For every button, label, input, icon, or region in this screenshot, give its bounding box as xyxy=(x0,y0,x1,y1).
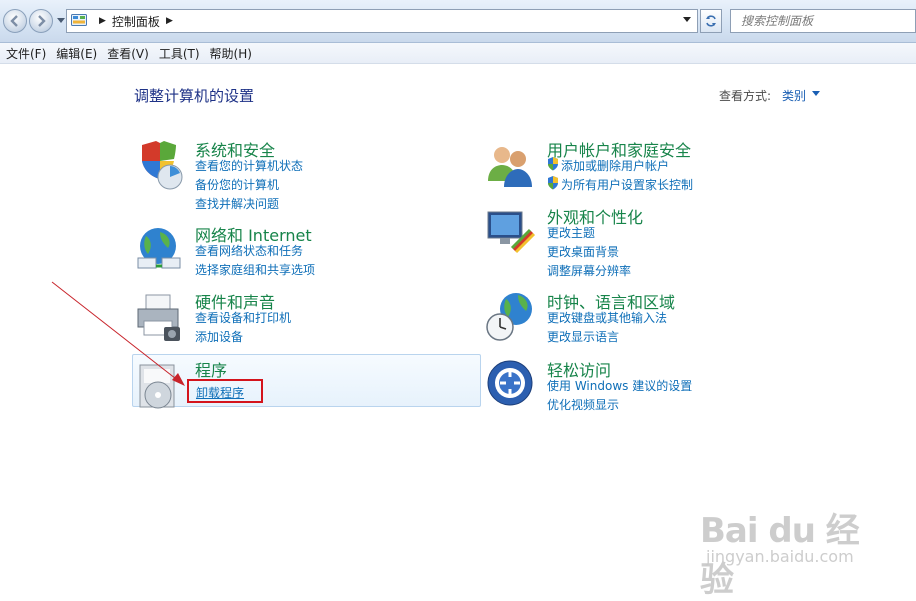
view-by-dropdown[interactable]: 类别 xyxy=(782,87,806,104)
link-windows-recommended-settings[interactable]: 使用 Windows 建议的设置 xyxy=(547,377,692,394)
back-button[interactable] xyxy=(3,9,27,33)
link-troubleshoot[interactable]: 查找并解决问题 xyxy=(195,195,279,212)
shield-icon[interactable] xyxy=(134,139,186,191)
search-input[interactable] xyxy=(739,13,893,29)
back-arrow-icon xyxy=(10,15,18,27)
link-backup-computer[interactable]: 备份您的计算机 xyxy=(195,176,279,193)
address-bar: ▶ 控制面板 ▶ xyxy=(0,0,916,43)
control-panel-icon xyxy=(71,14,87,26)
annotation-highlight-box xyxy=(187,379,263,403)
category-title-programs[interactable]: 程序 xyxy=(195,357,227,381)
link-network-status[interactable]: 查看网络状态和任务 xyxy=(195,242,303,259)
monitor-palette-icon[interactable] xyxy=(486,206,538,258)
search-box[interactable] xyxy=(730,9,916,33)
menu-tools[interactable]: 工具(T) xyxy=(157,45,208,62)
category-network-internet: 网络和 Internet 查看网络状态和任务 选择家庭组和共享选项 xyxy=(134,222,484,282)
forward-button[interactable] xyxy=(29,9,53,33)
link-change-display-language[interactable]: 更改显示语言 xyxy=(547,328,619,345)
category-hardware-sound: 硬件和声音 查看设备和打印机 添加设备 xyxy=(134,289,484,349)
printer-icon[interactable] xyxy=(134,291,186,343)
menu-view[interactable]: 查看(V) xyxy=(105,45,157,62)
category-system-security: 系统和安全 查看您的计算机状态 备份您的计算机 查找并解决问题 xyxy=(134,137,484,211)
refresh-button[interactable] xyxy=(700,9,722,33)
link-screen-resolution[interactable]: 调整屏幕分辨率 xyxy=(547,262,631,279)
link-devices-printers[interactable]: 查看设备和打印机 xyxy=(195,309,291,326)
refresh-icon xyxy=(706,15,716,27)
link-change-theme[interactable]: 更改主题 xyxy=(547,224,595,241)
link-add-remove-accounts[interactable]: 添加或删除用户帐户 xyxy=(561,157,669,174)
link-add-device[interactable]: 添加设备 xyxy=(195,328,243,345)
menu-edit[interactable]: 编辑(E) xyxy=(54,45,105,62)
link-homegroup-sharing[interactable]: 选择家庭组和共享选项 xyxy=(195,261,315,278)
network-globe-icon[interactable] xyxy=(134,224,186,276)
link-view-computer-status[interactable]: 查看您的计算机状态 xyxy=(195,157,303,174)
page-title: 调整计算机的设置 xyxy=(134,87,255,105)
baidu-jingyan-watermark: Bai du 经验 jingyan.baidu.com xyxy=(700,503,870,600)
view-by-label: 查看方式: xyxy=(719,89,772,103)
address-dropdown-icon[interactable] xyxy=(683,17,691,23)
recent-pages-dropdown-icon[interactable] xyxy=(57,18,65,24)
category-user-accounts: 用户帐户和家庭安全 添加或删除用户帐户 为所有用户设置家长控制 xyxy=(486,137,836,197)
uac-shield-icon xyxy=(548,157,558,171)
menu-help[interactable]: 帮助(H) xyxy=(208,45,260,62)
category-appearance: 外观和个性化 更改主题 更改桌面背景 调整屏幕分辨率 xyxy=(486,204,836,278)
breadcrumb-control-panel[interactable]: 控制面板 xyxy=(112,13,160,30)
view-by-caret-icon[interactable] xyxy=(812,91,820,96)
address-field[interactable]: ▶ 控制面板 ▶ xyxy=(66,9,698,33)
programs-disc-icon[interactable] xyxy=(134,359,186,411)
link-desktop-background[interactable]: 更改桌面背景 xyxy=(547,243,619,260)
uac-shield-icon xyxy=(548,176,558,190)
ease-of-access-icon[interactable] xyxy=(486,359,538,411)
forward-arrow-icon xyxy=(38,15,46,27)
menu-bar: 文件(F) 编辑(E) 查看(V) 工具(T) 帮助(H) xyxy=(0,43,916,64)
watermark-url: jingyan.baidu.com xyxy=(706,547,854,566)
menu-file[interactable]: 文件(F) xyxy=(4,45,54,62)
link-optimize-video[interactable]: 优化视频显示 xyxy=(547,396,619,413)
globe-clock-icon[interactable] xyxy=(486,291,538,343)
category-ease-of-access: 轻松访问 使用 Windows 建议的设置 优化视频显示 xyxy=(486,357,836,417)
link-change-keyboard[interactable]: 更改键盘或其他输入法 xyxy=(547,309,667,326)
link-parental-controls[interactable]: 为所有用户设置家长控制 xyxy=(561,176,693,193)
breadcrumb-separator-icon[interactable]: ▶ xyxy=(166,16,173,26)
breadcrumb-separator-icon: ▶ xyxy=(99,16,106,26)
category-clock-language-region: 时钟、语言和区域 更改键盘或其他输入法 更改显示语言 xyxy=(486,289,836,349)
main-content: 调整计算机的设置 查看方式: 类别 系统和安全 查看您的计算机状态 备份您的计算… xyxy=(0,65,916,600)
users-icon[interactable] xyxy=(486,139,538,191)
